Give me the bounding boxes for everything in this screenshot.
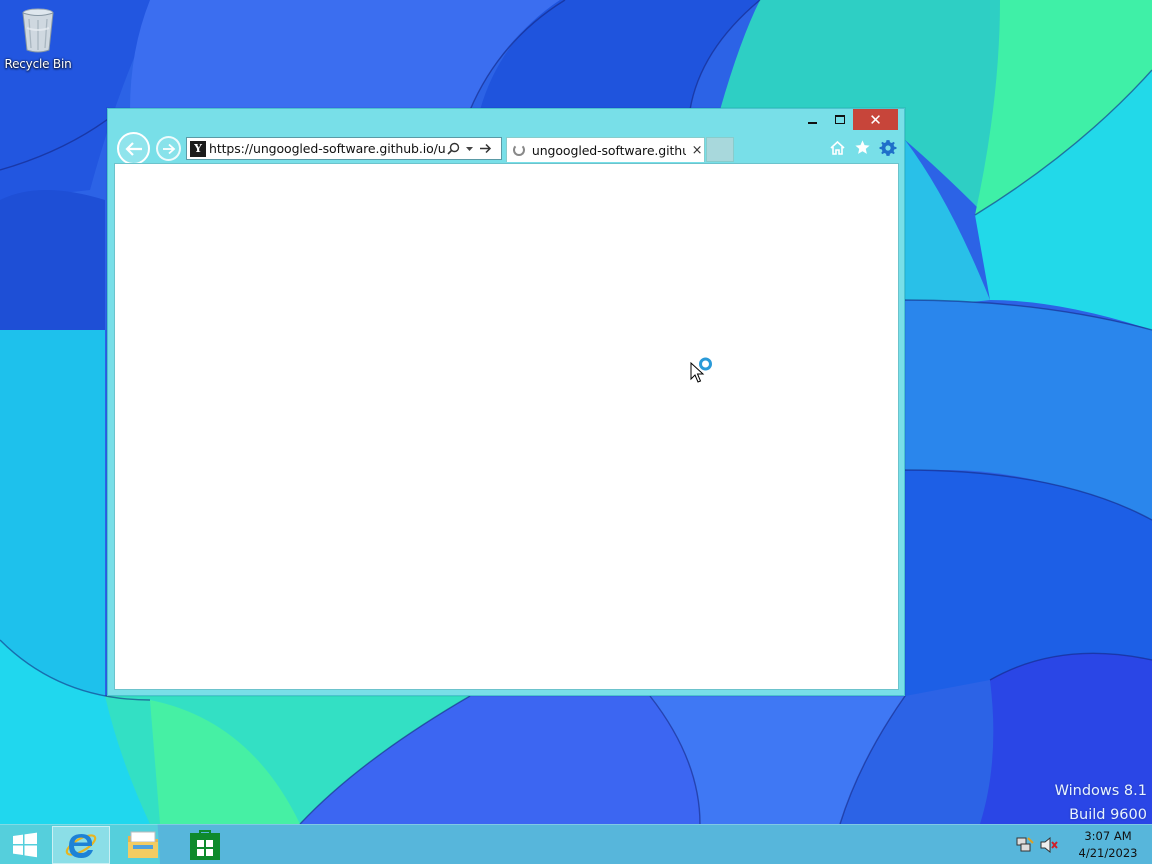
search-icon[interactable] bbox=[445, 139, 461, 159]
settings-gear-icon[interactable] bbox=[878, 138, 897, 157]
back-arrow-icon bbox=[124, 141, 142, 156]
recycle-bin-shortcut[interactable]: Recycle Bin bbox=[4, 6, 72, 71]
watermark-version: Windows 8.1 bbox=[1054, 783, 1147, 799]
new-tab-button[interactable] bbox=[706, 137, 734, 162]
maximize-icon bbox=[834, 115, 845, 124]
home-icon[interactable] bbox=[828, 138, 847, 157]
windows-logo-icon bbox=[13, 832, 37, 858]
maximize-button[interactable] bbox=[826, 109, 853, 130]
close-button[interactable]: ✕ bbox=[853, 109, 898, 130]
clock-date: 4/21/2023 bbox=[1078, 846, 1138, 860]
volume-muted-icon[interactable] bbox=[1038, 834, 1060, 856]
window-caption-buttons: ✕ bbox=[799, 109, 898, 130]
browser-window[interactable]: ✕ Y https://ungoogled-software.github.io… bbox=[107, 108, 905, 696]
address-dropdown-icon[interactable] bbox=[461, 139, 477, 159]
windows-watermark: Windows 8.1 Build 9600 bbox=[1055, 779, 1147, 827]
system-tray: 3:07 AM 4/21/2023 bbox=[1014, 825, 1152, 864]
favorites-star-icon[interactable] bbox=[853, 138, 872, 157]
forward-button[interactable] bbox=[156, 136, 181, 161]
command-icons bbox=[828, 138, 897, 157]
taskbar-file-explorer[interactable] bbox=[114, 826, 172, 864]
address-input[interactable]: https://ungoogled-software.github.io/ung… bbox=[209, 141, 445, 156]
minimize-button[interactable] bbox=[799, 109, 826, 130]
start-button[interactable] bbox=[0, 826, 50, 864]
close-icon: ✕ bbox=[869, 110, 882, 129]
forward-arrow-icon bbox=[162, 143, 175, 154]
tab-active[interactable]: ungoogled-software.github... × bbox=[506, 137, 705, 162]
internet-explorer-icon bbox=[65, 834, 97, 858]
taskbar: 3:07 AM 4/21/2023 bbox=[0, 824, 1152, 864]
go-arrow-icon[interactable] bbox=[477, 139, 493, 159]
page-content-area[interactable] bbox=[114, 163, 899, 690]
taskbar-store[interactable] bbox=[176, 826, 234, 864]
address-bar[interactable]: Y https://ungoogled-software.github.io/u… bbox=[186, 137, 502, 160]
back-button[interactable] bbox=[117, 132, 150, 165]
file-explorer-icon bbox=[128, 831, 158, 858]
busy-cursor-icon bbox=[690, 357, 712, 383]
minimize-icon bbox=[808, 121, 817, 124]
clock-time: 3:07 AM bbox=[1084, 829, 1132, 843]
site-favicon: Y bbox=[190, 140, 206, 157]
network-icon[interactable] bbox=[1014, 834, 1036, 856]
store-icon bbox=[190, 830, 220, 860]
recycle-bin-label: Recycle Bin bbox=[4, 57, 72, 71]
taskbar-internet-explorer[interactable] bbox=[52, 826, 110, 864]
loading-spinner-icon bbox=[513, 144, 525, 156]
taskbar-clock[interactable]: 3:07 AM 4/21/2023 bbox=[1066, 828, 1150, 862]
tab-close-icon[interactable]: × bbox=[690, 143, 704, 158]
recycle-bin-icon bbox=[22, 8, 54, 53]
tab-label: ungoogled-software.github... bbox=[531, 142, 687, 158]
